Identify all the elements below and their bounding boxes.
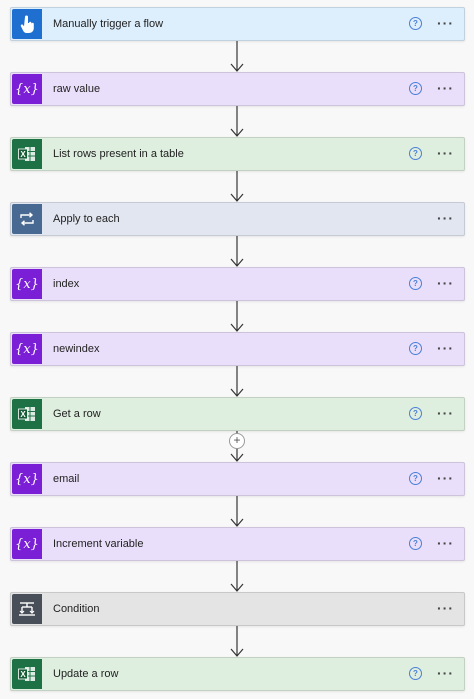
hand-tap-icon	[12, 9, 42, 39]
help-icon[interactable]: ?	[409, 277, 422, 290]
variable-icon: {x}	[12, 529, 42, 559]
insert-step-button[interactable]: +	[229, 433, 245, 449]
connector-arrow	[230, 496, 244, 527]
condition-icon	[12, 594, 42, 624]
step-title: List rows present in a table	[53, 148, 184, 160]
connector-arrow	[230, 236, 244, 267]
step-card-index[interactable]: {x} index ? ···	[10, 267, 465, 301]
step-title: Apply to each	[53, 213, 120, 225]
step-title: Update a row	[53, 668, 119, 680]
help-icon[interactable]: ?	[409, 667, 422, 680]
step-card-manual-trigger[interactable]: Manually trigger a flow ? ···	[10, 7, 465, 41]
step-card-email[interactable]: {x} email ? ···	[10, 462, 465, 496]
variable-icon: {x}	[12, 334, 42, 364]
step-card-apply-to-each[interactable]: Apply to each ···	[10, 202, 465, 236]
help-icon[interactable]: ?	[409, 537, 422, 550]
step-title: newindex	[53, 343, 100, 355]
help-icon[interactable]: ?	[409, 82, 422, 95]
help-icon[interactable]: ?	[409, 147, 422, 160]
loop-icon	[12, 204, 42, 234]
step-title: Manually trigger a flow	[53, 18, 164, 30]
more-options-button[interactable]: ···	[437, 463, 454, 495]
connector-arrow	[230, 626, 244, 657]
more-options-button[interactable]: ···	[437, 398, 454, 430]
more-options-button[interactable]: ···	[437, 203, 454, 235]
step-title: Get a row	[53, 408, 101, 420]
variable-icon: {x}	[12, 269, 42, 299]
connector-arrow	[230, 561, 244, 592]
help-icon[interactable]: ?	[409, 407, 422, 420]
more-options-button[interactable]: ···	[437, 73, 454, 105]
more-options-button[interactable]: ···	[437, 8, 454, 40]
connector-arrow	[230, 41, 244, 72]
step-title: Condition	[53, 603, 100, 615]
step-card-condition[interactable]: Condition ···	[10, 592, 465, 626]
svg-text:X: X	[20, 410, 26, 419]
help-icon[interactable]: ?	[409, 17, 422, 30]
connector-arrow	[230, 301, 244, 332]
svg-text:X: X	[20, 670, 26, 679]
step-card-increment-variable[interactable]: {x} Increment variable ? ···	[10, 527, 465, 561]
more-options-button[interactable]: ···	[437, 268, 454, 300]
connector-arrow	[230, 171, 244, 202]
step-card-update-a-row[interactable]: X Update a row ? ···	[10, 657, 465, 691]
step-card-newindex[interactable]: {x} newindex ? ···	[10, 332, 465, 366]
variable-icon: {x}	[12, 464, 42, 494]
step-title: Increment variable	[53, 538, 144, 550]
help-icon[interactable]: ?	[409, 342, 422, 355]
connector-arrow	[230, 106, 244, 137]
more-options-button[interactable]: ···	[437, 593, 454, 625]
connector-arrow	[230, 366, 244, 397]
step-card-list-rows[interactable]: X List rows present in a table ? ···	[10, 137, 465, 171]
step-title: index	[53, 278, 80, 290]
more-options-button[interactable]: ···	[437, 333, 454, 365]
svg-text:X: X	[20, 150, 26, 159]
step-title: raw value	[53, 83, 101, 95]
more-options-button[interactable]: ···	[437, 528, 454, 560]
excel-icon: X	[12, 399, 42, 429]
excel-icon: X	[12, 659, 42, 689]
step-title: email	[53, 473, 80, 485]
excel-icon: X	[12, 139, 42, 169]
step-card-raw-value[interactable]: {x} raw value ? ···	[10, 72, 465, 106]
variable-icon: {x}	[12, 74, 42, 104]
help-icon[interactable]: ?	[409, 472, 422, 485]
more-options-button[interactable]: ···	[437, 658, 454, 690]
step-card-get-a-row[interactable]: X Get a row ? ···	[10, 397, 465, 431]
more-options-button[interactable]: ···	[437, 138, 454, 170]
